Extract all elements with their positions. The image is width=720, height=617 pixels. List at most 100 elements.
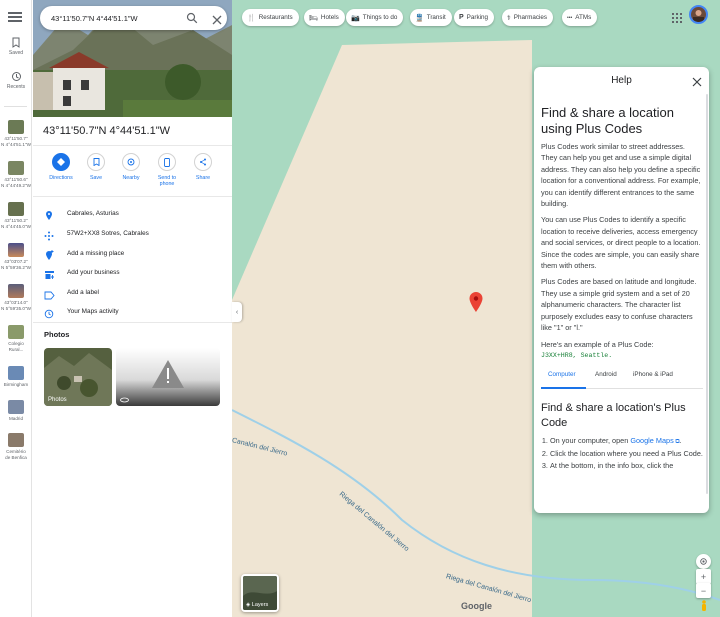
nearby-button[interactable]: Nearby [114,153,148,181]
zoom-out-button[interactable]: − [696,583,711,598]
recent-label: 43°11'50.2" N 4°44'45.0"W [1,218,31,229]
train-icon: 🚆 [415,14,424,22]
google-logo: Google [461,601,492,611]
add-business-row[interactable]: Add your business [33,264,232,282]
layers-label: ◈ Layers [246,602,268,608]
help-scrollbar[interactable] [706,94,708,494]
help-steps: On your computer, open Google Maps ⧉. Cl… [541,435,703,471]
recent-label: Madrid [8,416,24,421]
close-icon[interactable] [212,12,222,30]
chip-label: Transit [426,14,446,21]
address-row[interactable]: Cabrales, Asturias [33,205,232,223]
add-missing-place-row[interactable]: Add a missing place [33,245,232,263]
share-label: Share [195,175,211,181]
place-hero-photo[interactable] [33,0,232,117]
plus-code-row[interactable]: 57W2+XX8 Sotres, Cabrales [33,225,232,243]
bookmark-icon [12,37,20,48]
layers-button[interactable]: ◈ Layers [241,574,279,612]
saved-button[interactable]: Saved [0,37,32,56]
recent-thumbnail [8,120,24,134]
directions-button[interactable]: Directions [44,153,78,181]
place-panel: 43°11'50.7"N 4°44'51.1"W Directions Save… [33,0,232,617]
photos-tile-label: Photos [48,397,67,403]
maps-activity-row[interactable]: Your Maps activity [33,303,232,321]
help-paragraph: You can use Plus Codes to identify a spe… [541,215,701,271]
nearby-icon [122,153,140,171]
phone-icon [158,153,176,171]
recent-item[interactable]: Colegio Rural... [0,325,32,353]
google-maps-link[interactable]: Google Maps [630,436,673,445]
chip-label: Pharmacies [513,14,548,21]
add-missing-place-text: Add a missing place [67,250,125,257]
place-title: 43°11'50.7"N 4°44'51.1"W [43,125,171,137]
share-icon [194,153,212,171]
recents-button[interactable]: Recents [0,71,32,90]
close-icon[interactable] [692,74,702,92]
address-text: Cabrales, Asturias [67,210,119,217]
add-label-row[interactable]: Add a label [33,284,232,302]
recent-thumbnail [8,243,24,257]
help-header-title: Help [611,75,632,86]
help-section-title: Find & share a location's Plus Code [541,401,686,429]
recent-label: Cemitério de Benfica [5,449,27,460]
my-location-button[interactable] [696,554,711,569]
recent-item[interactable]: 43°03'14.0" N 5°59'35.0"W [0,284,32,312]
chip-restaurants[interactable]: 🍴 Restaurants [242,9,299,26]
street-view-tile[interactable] [116,348,220,406]
collapse-panel-button[interactable]: ‹ [232,302,242,322]
tab-computer[interactable]: Computer [548,371,576,378]
plus-code-icon [44,228,54,246]
recent-thumbnail [8,366,24,380]
help-step: Click the location where you need a Plus… [550,448,703,459]
recent-thumbnail [8,433,24,447]
chip-pharmacies[interactable]: ⚕ Pharmacies [502,9,554,26]
chip-transit[interactable]: 🚆 Transit [410,9,452,26]
left-rail: Saved Recents 43°11'50.7" N 4°44'51.1"W … [0,0,32,617]
tab-iphone-ipad[interactable]: iPhone & iPad [633,371,673,378]
help-paragraph: Here's an example of a Plus Code: [541,339,654,349]
recent-item[interactable]: 43°11'50.2" N 4°44'45.0"W [0,202,32,230]
photos-tile[interactable]: Photos [44,348,112,406]
photos-heading: Photos [44,330,70,339]
my-location-icon [700,558,707,565]
search-box [40,6,227,30]
save-button[interactable]: Save [79,153,113,181]
search-icon[interactable] [186,11,198,29]
recent-item[interactable]: 43°11'50.7" N 4°44'51.1"W [0,120,32,148]
recent-item[interactable]: Cemitério de Benfica [0,433,32,461]
divider [33,145,232,146]
recent-item[interactable]: 43°11'50.6" N 4°44'49.2"W [0,161,32,189]
storefront-icon [44,267,55,285]
recent-item[interactable]: 43°03'07.2" N 5°59'36.2"W [0,243,32,271]
save-label: Save [89,175,103,181]
saved-label: Saved [8,50,24,56]
recent-thumbnail [8,325,24,339]
minus-icon: − [700,585,707,596]
recent-item[interactable]: Birmingham [0,366,32,388]
recent-thumbnail [8,202,24,216]
restaurant-icon: 🍴 [247,14,256,22]
help-step: On your computer, open Google Maps ⧉. [550,435,703,448]
recents-label: Recents [6,84,26,90]
location-pin-icon [44,208,54,226]
search-input[interactable] [51,11,176,25]
plus-code-example: J3XX+HR8, Seattle. [541,351,613,359]
tab-android[interactable]: Android [595,371,617,378]
chip-parking[interactable]: P Parking [454,9,495,26]
chip-things-to-do[interactable]: 📷 Things to do [346,9,404,26]
chip-label: Restaurants [258,14,293,21]
share-button[interactable]: Share [186,153,220,181]
recent-item[interactable]: Madrid [0,400,32,422]
send-to-phone-button[interactable]: Send to phone [150,153,184,187]
menu-icon[interactable] [8,10,22,24]
apps-grid-icon[interactable] [672,10,682,28]
zoom-in-button[interactable]: + [696,569,711,584]
avatar[interactable] [689,5,708,24]
parking-icon: P [459,14,464,21]
recent-thumbnail [8,284,24,298]
chip-hotels[interactable]: 🛏 Hotels [304,9,345,26]
location-pin-marker[interactable] [469,292,483,312]
hotel-icon: 🛏 [309,14,318,22]
pegman-button[interactable] [696,598,711,613]
chip-atms[interactable]: ••• ATMs [562,9,598,26]
